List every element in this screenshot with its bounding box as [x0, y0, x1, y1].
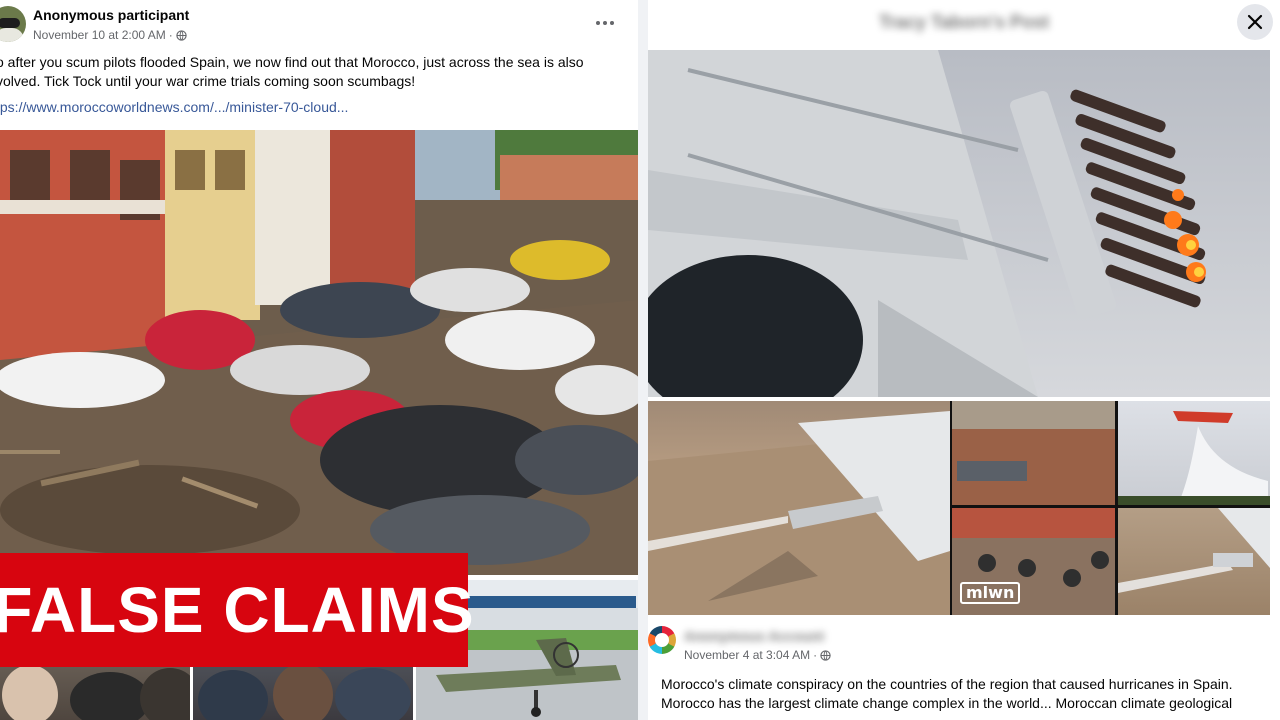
shared-post-text-line: Morocco has the largest climate change c…: [661, 695, 1233, 711]
more-options-icon[interactable]: [592, 12, 618, 34]
post-link[interactable]: tps://www.moroccoworldnews.com/.../minis…: [0, 99, 348, 115]
watermark-logo: mlwn: [960, 582, 1021, 604]
shared-post-timestamp[interactable]: November 4 at 3:04 AM: [684, 648, 810, 662]
gallery-illustration: [1118, 508, 1270, 593]
post-author[interactable]: Anonymous participant: [33, 7, 189, 23]
gallery-photo[interactable]: [648, 401, 950, 615]
post-text-line: o after you scum pilots flooded Spain, w…: [0, 54, 584, 70]
globe-icon: [820, 649, 831, 661]
cloud-seeding-illustration: [648, 50, 1270, 397]
post-header: Anonymous participant November 10 at 2:0…: [0, 0, 638, 50]
close-icon[interactable]: [1237, 4, 1273, 40]
post-meta: November 10 at 2:00 AM ·: [33, 28, 187, 42]
gallery-photo[interactable]: mlwn: [952, 508, 1115, 615]
gallery-photo[interactable]: [952, 401, 1115, 505]
post-text-line: volved. Tick Tock until your war crime t…: [0, 73, 416, 89]
false-claims-banner: FALSE CLAIMS: [0, 553, 474, 667]
left-post: Anonymous participant November 10 at 2:0…: [0, 0, 638, 720]
post-text: o after you scum pilots flooded Spain, w…: [0, 53, 636, 91]
gallery-photo[interactable]: [1118, 401, 1270, 505]
cloud-seeding-photo[interactable]: [648, 50, 1270, 397]
shared-post-meta: November 4 at 3:04 AM ·: [684, 648, 831, 662]
shared-post-text: Morocco's climate conspiracy on the coun…: [661, 675, 1280, 713]
gallery-illustration: [1118, 411, 1270, 505]
avatar[interactable]: [0, 6, 26, 42]
shared-post-author[interactable]: Anonymous Account: [684, 628, 824, 644]
shared-post-text-line: Morocco's climate conspiracy on the coun…: [661, 676, 1233, 692]
gallery-illustration: [648, 411, 950, 615]
avatar[interactable]: [648, 626, 676, 654]
gallery-photo[interactable]: [1118, 508, 1270, 615]
false-claims-label: FALSE CLAIMS: [0, 574, 475, 646]
flood-photo[interactable]: [0, 130, 638, 575]
post-timestamp[interactable]: November 10 at 2:00 AM: [33, 28, 166, 42]
meta-separator: ·: [168, 28, 173, 42]
globe-icon: [176, 29, 187, 41]
right-post: Tracy Taborn's Post mlwn Anonymous Accou…: [648, 0, 1280, 720]
post-viewer-header: Tracy Taborn's Post: [648, 0, 1280, 48]
post-viewer-title: Tracy Taborn's Post: [879, 12, 1049, 32]
panel-divider: [638, 0, 648, 720]
shared-post: Anonymous Account November 4 at 3:04 AM …: [648, 622, 1280, 720]
gallery-illustration: [952, 401, 1115, 505]
flood-photo-illustration: [0, 130, 638, 575]
meta-separator: ·: [813, 648, 818, 662]
